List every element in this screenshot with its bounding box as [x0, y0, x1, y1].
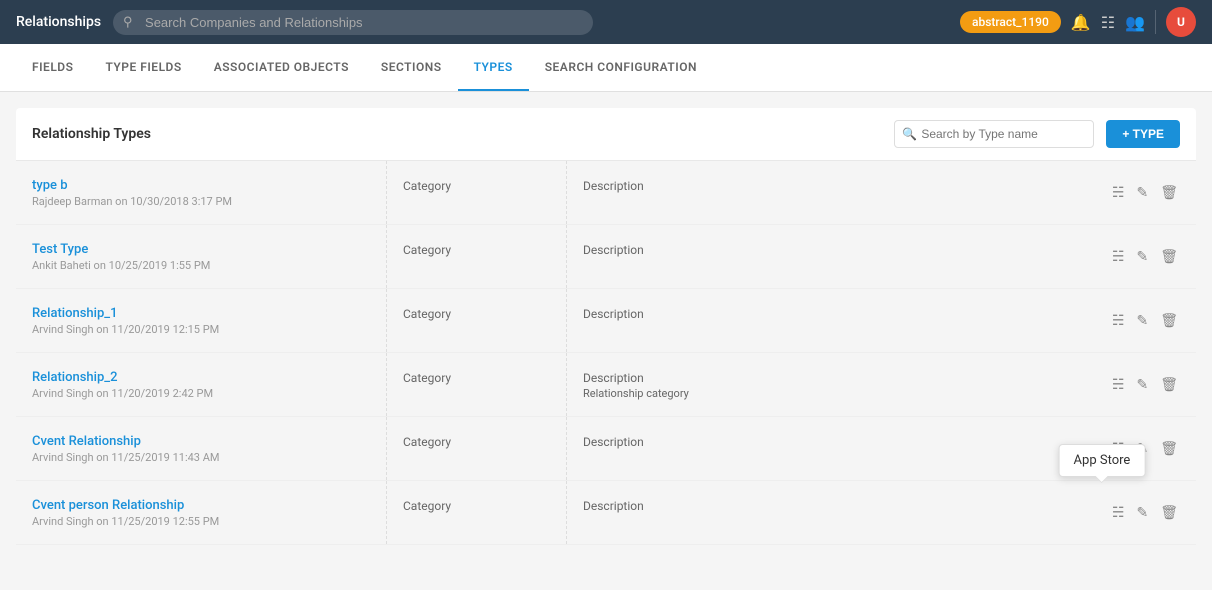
col-name-4: Cvent Relationship Arvind Singh on 11/25… [16, 417, 386, 480]
type-name-link[interactable]: type b [32, 178, 370, 193]
section-header: Relationship Types 🔍 + TYPE [16, 108, 1196, 161]
user-badge[interactable]: abstract_1190 [960, 11, 1061, 33]
col-category-0: Category [386, 161, 566, 224]
delete-button[interactable]: 🗑 [1158, 310, 1180, 331]
description-label: Description [583, 307, 1060, 321]
search-icon: ⚲ [123, 15, 133, 30]
description-label: Description [583, 371, 1060, 385]
type-meta: Ankit Baheti on 10/25/2019 1:55 PM [32, 259, 370, 272]
copy-button[interactable]: ☵ [1110, 502, 1127, 523]
avatar[interactable]: U [1166, 7, 1196, 37]
category-label: Category [403, 499, 451, 513]
col-description-5: Description [566, 481, 1076, 544]
edit-button[interactable]: ✎ [1134, 310, 1150, 331]
tab-fields[interactable]: FIELDS [16, 44, 89, 91]
add-type-button[interactable]: + TYPE [1106, 120, 1180, 148]
edit-button[interactable]: ✎ [1134, 182, 1150, 203]
type-meta: Arvind Singh on 11/25/2019 12:55 PM [32, 515, 370, 528]
col-description-1: Description [566, 225, 1076, 288]
table-row: Test Type Ankit Baheti on 10/25/2019 1:5… [16, 225, 1196, 289]
col-name-3: Relationship_2 Arvind Singh on 11/20/201… [16, 353, 386, 416]
type-meta: Arvind Singh on 11/25/2019 11:43 AM [32, 451, 370, 464]
app-store-tooltip: App Store [1059, 444, 1146, 477]
tab-associated-objects[interactable]: ASSOCIATED OBJECTS [198, 44, 365, 91]
table-row: Relationship_1 Arvind Singh on 11/20/201… [16, 289, 1196, 353]
top-nav: Relationships ⚲ abstract_1190 🔔 ☷ 👥 U [0, 0, 1212, 44]
col-description-4: Description [566, 417, 1076, 480]
col-category-3: Category [386, 353, 566, 416]
category-label: Category [403, 435, 451, 449]
type-search-icon: 🔍 [902, 127, 917, 141]
description-label: Description [583, 499, 1060, 513]
copy-button[interactable]: ☵ [1110, 182, 1127, 203]
description-label: Description [583, 179, 1060, 193]
users-icon[interactable]: 👥 [1125, 13, 1145, 32]
copy-button[interactable]: ☵ [1110, 310, 1127, 331]
col-name-0: type b Rajdeep Barman on 10/30/2018 3:17… [16, 161, 386, 224]
col-actions-2: ☵ ✎ 🗑 [1076, 289, 1196, 352]
grid-icon[interactable]: ☷ [1101, 13, 1115, 32]
col-category-4: Category [386, 417, 566, 480]
category-label: Category [403, 307, 451, 321]
category-label: Category [403, 243, 451, 257]
col-actions-3: ☵ ✎ 🗑 [1076, 353, 1196, 416]
col-description-0: Description [566, 161, 1076, 224]
col-category-5: Category [386, 481, 566, 544]
description-label: Description [583, 435, 1060, 449]
global-search-input[interactable] [113, 10, 593, 35]
category-label: Category [403, 371, 451, 385]
tab-type-fields[interactable]: TYPE FIELDS [89, 44, 197, 91]
delete-button[interactable]: 🗑 [1158, 438, 1180, 459]
type-search-wrapper: 🔍 [894, 120, 1094, 148]
tab-search-configuration[interactable]: SEARCH CONFIGURATION [529, 44, 713, 91]
tab-bar: FIELDS TYPE FIELDS ASSOCIATED OBJECTS SE… [0, 44, 1212, 92]
col-category-2: Category [386, 289, 566, 352]
copy-button[interactable]: ☵ [1110, 374, 1127, 395]
table-row: type b Rajdeep Barman on 10/30/2018 3:17… [16, 161, 1196, 225]
table-row: Cvent Relationship Arvind Singh on 11/25… [16, 417, 1196, 481]
col-description-3: Description Relationship category [566, 353, 1076, 416]
tab-types[interactable]: TYPES [458, 44, 529, 91]
col-name-1: Test Type Ankit Baheti on 10/25/2019 1:5… [16, 225, 386, 288]
nav-right: abstract_1190 🔔 ☷ 👥 U [960, 7, 1196, 37]
table-row: Relationship_2 Arvind Singh on 11/20/201… [16, 353, 1196, 417]
delete-button[interactable]: 🗑 [1158, 182, 1180, 203]
type-name-link[interactable]: Relationship_1 [32, 306, 370, 321]
type-name-link[interactable]: Cvent Relationship [32, 434, 370, 449]
col-actions-5: App Store ☵ ✎ 🗑 [1076, 481, 1196, 544]
global-search: ⚲ [113, 10, 593, 35]
col-name-2: Relationship_1 Arvind Singh on 11/20/201… [16, 289, 386, 352]
type-name-link[interactable]: Cvent person Relationship [32, 498, 370, 513]
delete-button[interactable]: 🗑 [1158, 502, 1180, 523]
section-title: Relationship Types [32, 126, 151, 142]
header-actions: 🔍 + TYPE [894, 120, 1180, 148]
description-label: Description [583, 243, 1060, 257]
description-sub: Relationship category [583, 387, 1060, 400]
col-category-1: Category [386, 225, 566, 288]
edit-button[interactable]: ✎ [1134, 246, 1150, 267]
col-actions-1: ☵ ✎ 🗑 [1076, 225, 1196, 288]
nav-divider [1155, 10, 1156, 34]
table-row: Cvent person Relationship Arvind Singh o… [16, 481, 1196, 545]
type-search-input[interactable] [894, 120, 1094, 148]
edit-button[interactable]: ✎ [1134, 502, 1150, 523]
delete-button[interactable]: 🗑 [1158, 246, 1180, 267]
type-meta: Arvind Singh on 11/20/2019 2:42 PM [32, 387, 370, 400]
type-meta: Arvind Singh on 11/20/2019 12:15 PM [32, 323, 370, 336]
tab-sections[interactable]: SECTIONS [365, 44, 458, 91]
type-meta: Rajdeep Barman on 10/30/2018 3:17 PM [32, 195, 370, 208]
edit-button[interactable]: ✎ [1134, 374, 1150, 395]
main-content: Relationship Types 🔍 + TYPE type b Rajde… [0, 92, 1212, 590]
col-name-5: Cvent person Relationship Arvind Singh o… [16, 481, 386, 544]
col-description-2: Description [566, 289, 1076, 352]
col-actions-0: ☵ ✎ 🗑 [1076, 161, 1196, 224]
copy-button[interactable]: ☵ [1110, 246, 1127, 267]
type-name-link[interactable]: Relationship_2 [32, 370, 370, 385]
delete-button[interactable]: 🗑 [1158, 374, 1180, 395]
bell-icon[interactable]: 🔔 [1071, 13, 1091, 32]
rows-container: type b Rajdeep Barman on 10/30/2018 3:17… [16, 161, 1196, 545]
app-title: Relationships [16, 14, 101, 30]
type-name-link[interactable]: Test Type [32, 242, 370, 257]
category-label: Category [403, 179, 451, 193]
